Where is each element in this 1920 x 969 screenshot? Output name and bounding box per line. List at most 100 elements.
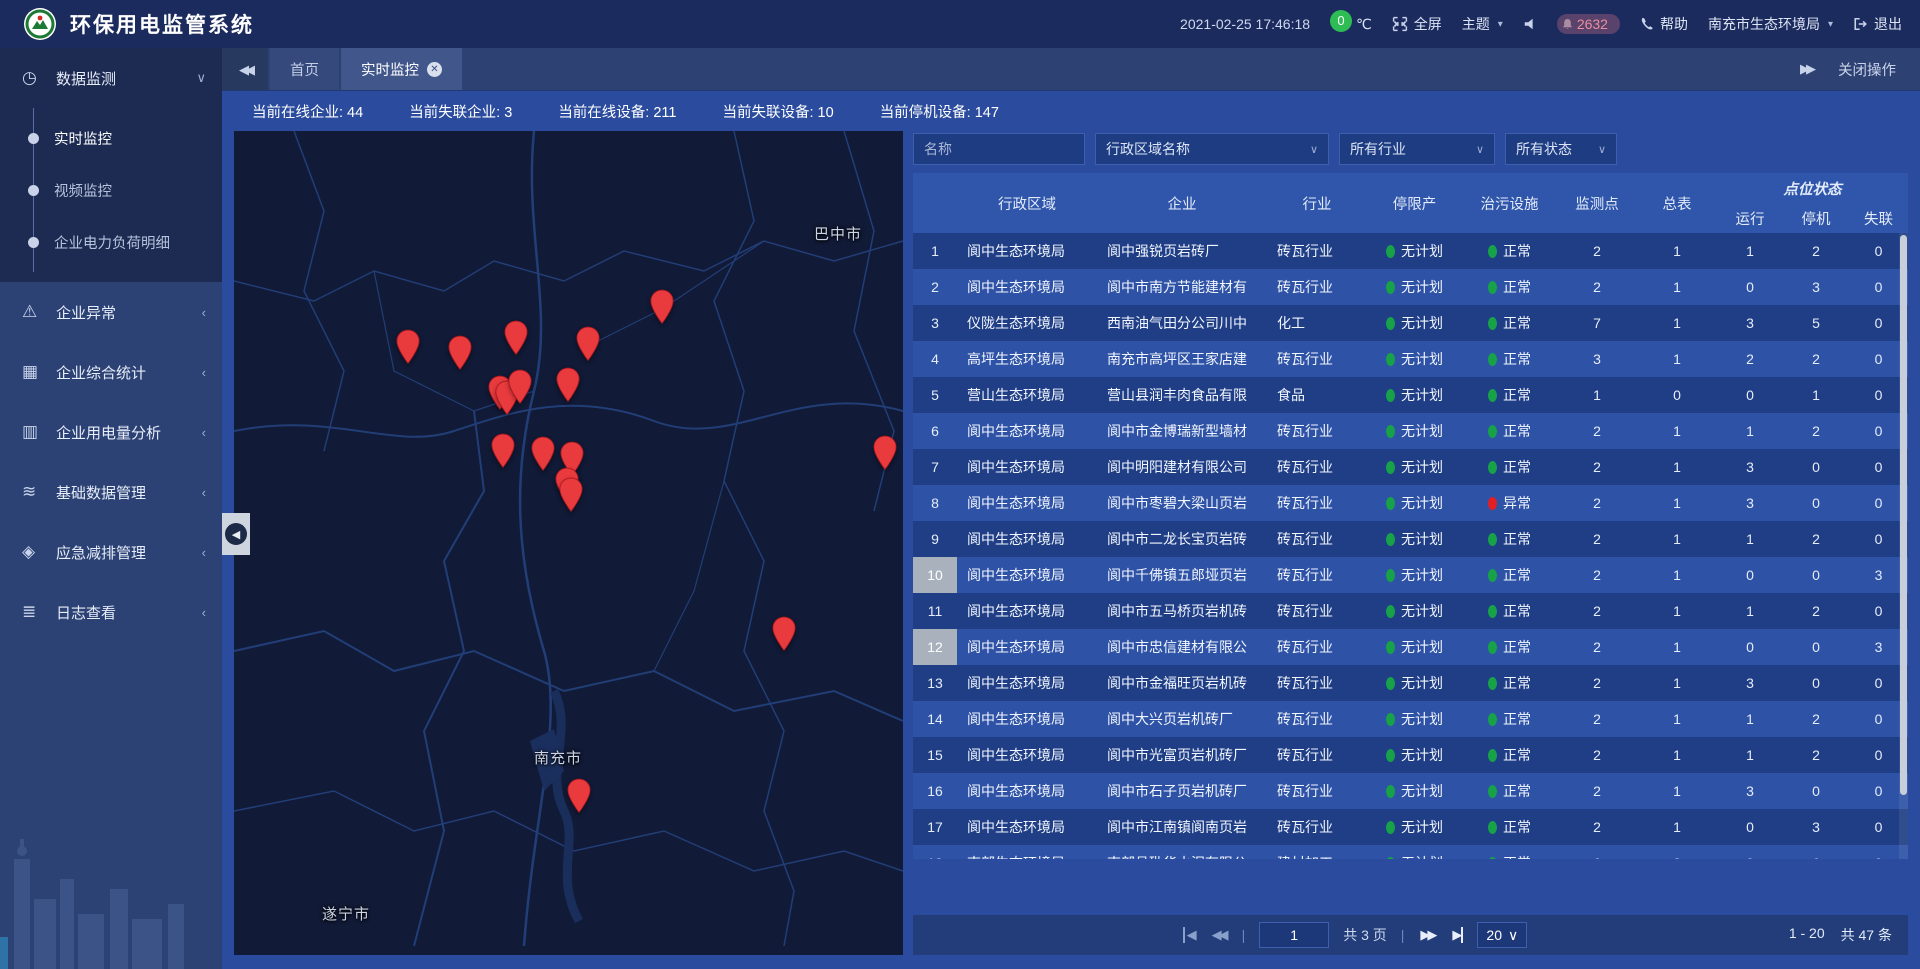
tabs-scroll-right-button[interactable]: ▶▶ xyxy=(1800,61,1812,77)
page-size-select[interactable]: 20∨ xyxy=(1477,922,1527,948)
cell-run: 3 xyxy=(1717,665,1783,701)
close-operations-menu[interactable]: 关闭操作 xyxy=(1838,59,1896,80)
double-chevron-left-icon: ◀◀ xyxy=(239,62,251,77)
fullscreen-icon xyxy=(1392,16,1408,32)
mute-button[interactable] xyxy=(1523,17,1537,31)
cell-index: 13 xyxy=(913,665,957,701)
map[interactable]: 巴中市南充市遂宁市 ◀ xyxy=(234,131,903,955)
map-pin-icon[interactable] xyxy=(447,335,473,371)
cell-meter: 1 xyxy=(1637,665,1717,701)
collapse-panel-button[interactable]: ◀ xyxy=(222,513,250,555)
layers-icon: ≋ xyxy=(22,482,48,502)
total-pages-label: 共 3 页 xyxy=(1343,925,1387,945)
map-pin-icon[interactable] xyxy=(503,320,529,356)
tab-实时监控[interactable]: 实时监控✕ xyxy=(341,48,462,90)
table-row[interactable]: 15阆中生态环境局阆中市光富页岩机砖厂砖瓦行业无计划正常21120 xyxy=(913,737,1908,773)
table-row[interactable]: 2阆中生态环境局阆中市南方节能建材有砖瓦行业无计划正常21030 xyxy=(913,269,1908,305)
status-dot-green xyxy=(1386,389,1395,402)
cell-index: 2 xyxy=(913,269,957,305)
cell-meter: 1 xyxy=(1637,413,1717,449)
table-row[interactable]: 12阆中生态环境局阆中市忠信建材有限公砖瓦行业无计划正常21003 xyxy=(913,629,1908,665)
table-row[interactable]: 10阆中生态环境局阆中千佛镇五郎垭页岩砖瓦行业无计划正常21003 xyxy=(913,557,1908,593)
tabs: 首页实时监控✕ xyxy=(268,48,462,90)
map-pin-icon[interactable] xyxy=(771,616,797,652)
cell-industry: 砖瓦行业 xyxy=(1267,593,1367,629)
org-menu[interactable]: 南充市生态环境局▾ xyxy=(1708,14,1833,34)
map-pin-icon[interactable] xyxy=(530,436,556,472)
name-search-input[interactable] xyxy=(913,133,1085,165)
table-row[interactable]: 6阆中生态环境局阆中市金博瑞新型墙材砖瓦行业无计划正常21120 xyxy=(913,413,1908,449)
table-row[interactable]: 11阆中生态环境局阆中市五马桥页岩机砖砖瓦行业无计划正常21120 xyxy=(913,593,1908,629)
col-停限产: 停限产 xyxy=(1367,173,1462,233)
sidebar-item-企业异常[interactable]: ⚠企业异常‹ xyxy=(0,282,222,342)
limit-label: 无计划 xyxy=(1401,853,1443,859)
cell-industry: 砖瓦行业 xyxy=(1267,557,1367,593)
map-pin-icon[interactable] xyxy=(490,433,516,469)
map-pin-icon[interactable] xyxy=(649,289,675,325)
facility-label: 正常 xyxy=(1503,781,1531,801)
table-row[interactable]: 18南部生态环境局南部县砒华水泥有限公建材加工无计划正常62060 xyxy=(913,845,1908,859)
sidebar-item-基础数据管理[interactable]: ≋基础数据管理‹ xyxy=(0,462,222,522)
table-scrollbar[interactable] xyxy=(1899,233,1908,859)
table-row[interactable]: 3仪陇生态环境局西南油气田分公司川中化工无计划正常71350 xyxy=(913,305,1908,341)
status-dot-green xyxy=(1386,605,1395,618)
table-row[interactable]: 8阆中生态环境局阆中市枣碧大梁山页岩砖瓦行业无计划异常21300 xyxy=(913,485,1908,521)
next-page-button[interactable]: ▶▶ xyxy=(1418,927,1436,943)
first-page-button[interactable]: ◀ xyxy=(1183,927,1196,943)
map-pin-icon[interactable] xyxy=(395,329,421,365)
sidebar-subitem-label: 实时监控 xyxy=(54,128,112,149)
cell-facility: 正常 xyxy=(1462,341,1557,377)
cell-region: 阆中生态环境局 xyxy=(957,485,1097,521)
table-row[interactable]: 14阆中生态环境局阆中大兴页岩机砖厂砖瓦行业无计划正常21120 xyxy=(913,701,1908,737)
status-select[interactable]: 所有状态∨ xyxy=(1505,133,1617,165)
sidebar-subitem-企业电力负荷明细[interactable]: 企业电力负荷明细 xyxy=(0,216,222,268)
cell-meter: 2 xyxy=(1637,845,1717,859)
table-row[interactable]: 5营山生态环境局营山县润丰肉食品有限食品无计划正常10010 xyxy=(913,377,1908,413)
limit-label: 无计划 xyxy=(1401,313,1443,333)
map-pin-icon[interactable] xyxy=(507,369,533,405)
tab-首页[interactable]: 首页 xyxy=(270,48,339,90)
stat-当前在线企业: 当前在线企业: 44 xyxy=(252,101,363,122)
theme-menu[interactable]: 主题▾ xyxy=(1462,14,1503,34)
sidebar-item-应急减排管理[interactable]: ◈应急减排管理‹ xyxy=(0,522,222,582)
map-pin-icon[interactable] xyxy=(555,367,581,403)
fullscreen-button[interactable]: 全屏 xyxy=(1392,14,1442,34)
limit-label: 无计划 xyxy=(1401,421,1443,441)
table-row[interactable]: 7阆中生态环境局阆中明阳建材有限公司砖瓦行业无计划正常21300 xyxy=(913,449,1908,485)
table-row[interactable]: 9阆中生态环境局阆中市二龙长宝页岩砖砖瓦行业无计划正常21120 xyxy=(913,521,1908,557)
chevron-left-icon: ‹ xyxy=(202,365,206,380)
cell-index: 4 xyxy=(913,341,957,377)
region-select[interactable]: 行政区域名称∨ xyxy=(1095,133,1329,165)
sidebar-item-企业用电量分析[interactable]: ▥企业用电量分析‹ xyxy=(0,402,222,462)
cell-meter: 1 xyxy=(1637,521,1717,557)
close-icon[interactable]: ✕ xyxy=(427,62,442,77)
cell-region: 阆中生态环境局 xyxy=(957,593,1097,629)
cell-stop: 2 xyxy=(1783,341,1849,377)
sidebar-item-企业综合统计[interactable]: ▦企业综合统计‹ xyxy=(0,342,222,402)
logout-button[interactable]: 退出 xyxy=(1853,14,1902,34)
map-pin-icon[interactable] xyxy=(566,778,592,814)
main-area: ◀◀ 首页实时监控✕ ▶▶ 关闭操作 当前在线企业: 44当前失联企业: 3当前… xyxy=(222,48,1920,969)
sidebar-subitem-实时监控[interactable]: 实时监控 xyxy=(0,112,222,164)
cell-limit: 无计划 xyxy=(1367,845,1462,859)
table-row[interactable]: 17阆中生态环境局阆中市江南镇阆南页岩砖瓦行业无计划正常21030 xyxy=(913,809,1908,845)
map-pin-icon[interactable] xyxy=(575,326,601,362)
sidebar-item-数据监测[interactable]: ◷数据监测∨ xyxy=(0,48,222,108)
map-pin-icon[interactable] xyxy=(558,477,584,513)
table-row[interactable]: 16阆中生态环境局阆中市石子页岩机砖厂砖瓦行业无计划正常21300 xyxy=(913,773,1908,809)
last-page-button[interactable]: ▶ xyxy=(1450,927,1463,943)
prev-page-button[interactable]: ◀◀ xyxy=(1210,927,1228,943)
table-row[interactable]: 4高坪生态环境局南充市高坪区王家店建砖瓦行业无计划正常31220 xyxy=(913,341,1908,377)
page-number-input[interactable] xyxy=(1259,922,1329,948)
table-row[interactable]: 1阆中生态环境局阆中强锐页岩砖厂砖瓦行业无计划正常21120 xyxy=(913,233,1908,269)
notification-badge[interactable]: 2632 xyxy=(1557,14,1620,34)
tabs-scroll-left-button[interactable]: ◀◀ xyxy=(222,48,268,90)
sidebar-subitem-视频监控[interactable]: 视频监控 xyxy=(0,164,222,216)
cell-index: 16 xyxy=(913,773,957,809)
table-row[interactable]: 13阆中生态环境局阆中市金福旺页岩机砖砖瓦行业无计划正常21300 xyxy=(913,665,1908,701)
industry-select[interactable]: 所有行业∨ xyxy=(1339,133,1495,165)
map-pin-icon[interactable] xyxy=(872,435,898,471)
cell-limit: 无计划 xyxy=(1367,305,1462,341)
help-button[interactable]: 帮助 xyxy=(1640,14,1688,34)
sidebar-item-日志查看[interactable]: ≣日志查看‹ xyxy=(0,582,222,642)
